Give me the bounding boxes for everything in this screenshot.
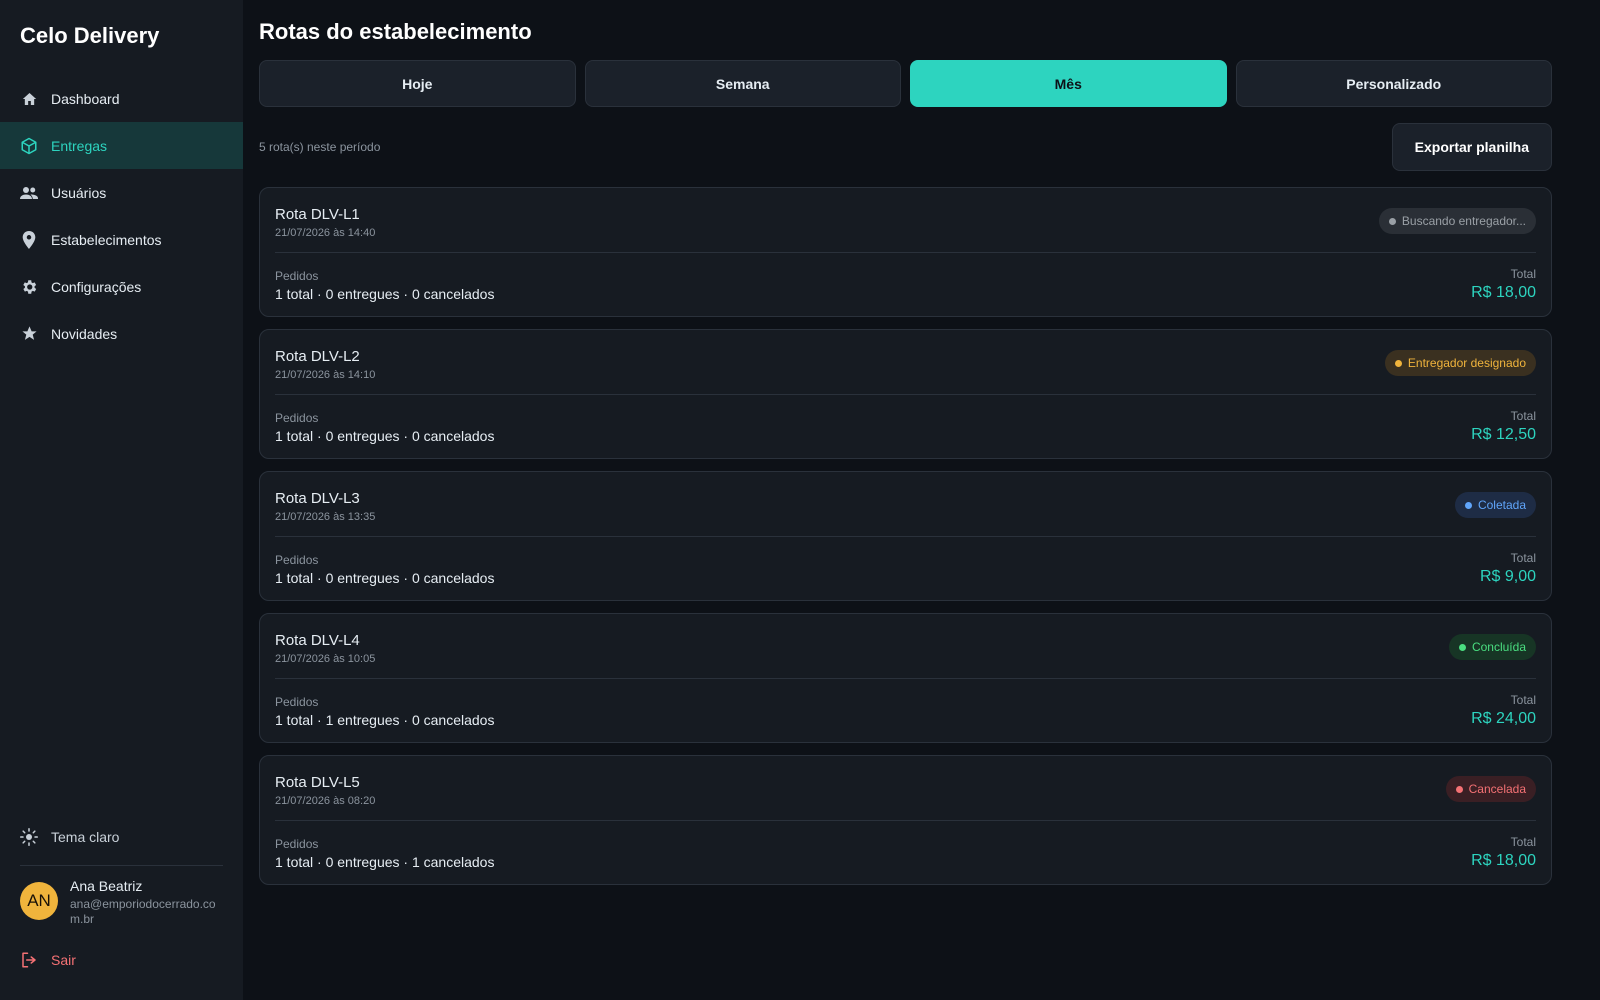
- route-card[interactable]: Rota DLV-L5 21/07/2026 às 08:20 Cancelad…: [259, 755, 1552, 885]
- sidebar-item-usuarios[interactable]: Usuários: [0, 169, 243, 216]
- export-button[interactable]: Exportar planilha: [1391, 123, 1552, 171]
- status-text: Cancelada: [1468, 782, 1526, 796]
- orders-summary: 1 total · 0 entregues · 0 cancelados: [275, 428, 495, 444]
- route-date: 21/07/2026 às 14:10: [275, 369, 376, 381]
- avatar: AN: [20, 882, 58, 920]
- route-total: R$ 18,00: [1471, 284, 1536, 301]
- route-date: 21/07/2026 às 10:05: [275, 653, 376, 665]
- theme-toggle[interactable]: Tema claro: [20, 817, 223, 857]
- tab-hoje[interactable]: Hoje: [259, 60, 576, 107]
- page-title: Rotas do estabelecimento: [259, 19, 532, 44]
- status-text: Concluída: [1471, 640, 1526, 654]
- theme-toggle-label: Tema claro: [51, 829, 120, 845]
- status-badge: Entregador designado: [1384, 350, 1536, 376]
- status-dot: [1394, 359, 1402, 367]
- orders-summary: 1 total · 1 entregues · 0 cancelados: [275, 712, 495, 728]
- route-name: Rota DLV-L4: [275, 632, 360, 649]
- route-total: R$ 12,50: [1471, 426, 1536, 443]
- route-name: Rota DLV-L2: [275, 348, 360, 365]
- pin-icon: [20, 230, 38, 249]
- main-content: Rotas do estabelecimento Hoje Semana Mês…: [259, 0, 1552, 885]
- status-text: Entregador designado: [1407, 356, 1526, 370]
- routes-list: Rota DLV-L1 21/07/2026 às 14:40 Buscando…: [259, 187, 1552, 885]
- sidebar-item-label: Usuários: [51, 184, 107, 201]
- status-badge: Concluída: [1448, 634, 1536, 660]
- orders-label: Pedidos: [275, 553, 319, 567]
- status-badge: Buscando entregador...: [1378, 208, 1536, 234]
- total-label: Total: [1510, 835, 1536, 849]
- total-label: Total: [1510, 409, 1536, 423]
- total-label: Total: [1510, 551, 1536, 565]
- tab-mes[interactable]: Mês: [910, 60, 1227, 107]
- routes-count: 5 rota(s) neste período: [259, 140, 381, 154]
- sidebar-item-novidades[interactable]: Novidades: [0, 310, 243, 357]
- sidebar-item-entregas[interactable]: Entregas: [0, 122, 243, 169]
- sun-icon: [20, 828, 38, 846]
- tab-semana[interactable]: Semana: [584, 60, 901, 107]
- home-icon: [20, 90, 38, 108]
- logout-button[interactable]: Sair: [20, 938, 223, 982]
- sidebar-item-estabelecimentos[interactable]: Estabelecimentos: [0, 216, 243, 263]
- box-icon: [20, 137, 38, 155]
- route-card[interactable]: Rota DLV-L4 21/07/2026 às 10:05 Concluíd…: [259, 613, 1552, 743]
- toolbar: 5 rota(s) neste período Exportar planilh…: [259, 123, 1552, 171]
- route-card[interactable]: Rota DLV-L3 21/07/2026 às 13:35 Coletada…: [259, 471, 1552, 601]
- logout-label: Sair: [51, 952, 76, 968]
- total-label: Total: [1510, 693, 1536, 707]
- users-icon: [20, 184, 38, 202]
- status-dot: [1388, 217, 1396, 225]
- route-total: R$ 9,00: [1479, 568, 1536, 585]
- sidebar-item-configuracoes[interactable]: Configurações: [0, 263, 243, 310]
- route-name: Rota DLV-L3: [275, 490, 360, 507]
- sidebar-item-label: Dashboard: [51, 90, 120, 107]
- route-name: Rota DLV-L5: [275, 774, 360, 791]
- route-total: R$ 24,00: [1471, 710, 1536, 727]
- status-text: Buscando entregador...: [1401, 214, 1526, 228]
- status-dot: [1455, 785, 1463, 793]
- period-tabs: Hoje Semana Mês Personalizado: [259, 60, 1552, 107]
- sidebar-item-label: Novidades: [51, 325, 118, 342]
- user-email: ana@emporiodocerrado.com.br: [70, 897, 216, 926]
- orders-summary: 1 total · 0 entregues · 0 cancelados: [275, 286, 495, 302]
- status-badge: Coletada: [1454, 492, 1536, 518]
- route-card[interactable]: Rota DLV-L1 21/07/2026 às 14:40 Buscando…: [259, 187, 1552, 317]
- total-label: Total: [1510, 267, 1536, 281]
- sidebar-footer: Tema claro AN Ana Beatriz ana@emporiodoc…: [0, 817, 243, 1000]
- status-dot: [1458, 643, 1466, 651]
- sidebar-item-label: Configurações: [51, 278, 142, 295]
- orders-label: Pedidos: [275, 269, 319, 283]
- gear-icon: [20, 278, 38, 296]
- route-name: Rota DLV-L1: [275, 206, 360, 223]
- star-icon: [20, 325, 38, 343]
- logout-icon: [20, 951, 38, 969]
- orders-label: Pedidos: [275, 837, 319, 851]
- sidebar: Celo Delivery Dashboard Entregas Usuário…: [0, 0, 243, 1000]
- user-name: Ana Beatriz: [70, 878, 143, 894]
- orders-label: Pedidos: [275, 411, 319, 425]
- sidebar-item-label: Entregas: [51, 137, 108, 154]
- status-badge: Cancelada: [1445, 776, 1536, 802]
- route-date: 21/07/2026 às 13:35: [275, 511, 376, 523]
- orders-summary: 1 total · 0 entregues · 0 cancelados: [275, 570, 495, 586]
- orders-summary: 1 total · 0 entregues · 1 cancelados: [275, 854, 495, 870]
- status-text: Coletada: [1477, 498, 1526, 512]
- app-title: Celo Delivery: [20, 23, 160, 48]
- route-card[interactable]: Rota DLV-L2 21/07/2026 às 14:10 Entregad…: [259, 329, 1552, 459]
- route-date: 21/07/2026 às 14:40: [275, 227, 376, 239]
- user-profile: AN Ana Beatriz ana@emporiodocerrado.com.…: [20, 878, 223, 938]
- route-total: R$ 18,00: [1471, 852, 1536, 869]
- tab-personalizado[interactable]: Personalizado: [1235, 60, 1552, 107]
- sidebar-divider: [20, 865, 223, 866]
- sidebar-item-dashboard[interactable]: Dashboard: [0, 75, 243, 122]
- sidebar-nav: Dashboard Entregas Usuários Estabelecime…: [0, 75, 243, 357]
- route-date: 21/07/2026 às 08:20: [275, 795, 376, 807]
- sidebar-item-label: Estabelecimentos: [51, 231, 162, 248]
- status-dot: [1464, 501, 1472, 509]
- orders-label: Pedidos: [275, 695, 319, 709]
